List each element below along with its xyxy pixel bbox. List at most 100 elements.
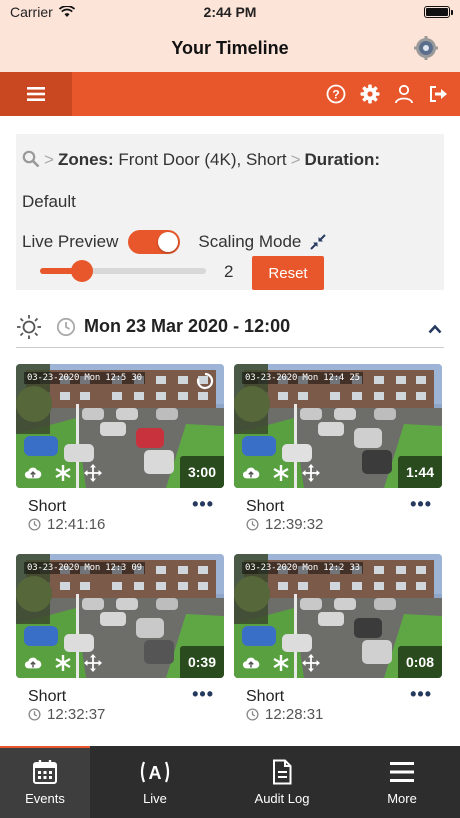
chevron-right-icon: > (290, 150, 301, 169)
status-bar: Carrier 2:44 PM (0, 0, 460, 24)
event-duration: 1:44 (397, 456, 442, 488)
zones-value: Front Door (4K), Short (118, 150, 287, 169)
slider-thumb[interactable] (70, 260, 93, 282)
help-icon: ? (326, 84, 346, 104)
calendar-icon (33, 759, 57, 784)
timeline-date[interactable]: Mon 23 Mar 2020 - 12:00 (84, 316, 290, 337)
video-timestamp: 03-23-2020 Mon 12:5 30 (24, 372, 145, 384)
preview-row: Live Preview Scaling Mode (22, 230, 327, 254)
settings-button[interactable] (360, 84, 380, 104)
tab-events[interactable]: Events (0, 746, 90, 818)
wifi-icon (58, 6, 75, 17)
scale-slider[interactable] (40, 260, 206, 282)
thumbnail-actions (242, 464, 320, 482)
event-time: 12:41:16 (28, 516, 105, 533)
tab-more[interactable]: More (344, 746, 460, 818)
event-card[interactable]: 03-23-2020 Mon 12:4 25 1:44 Short ••• 12… (234, 364, 442, 542)
asterisk-icon[interactable] (272, 654, 290, 672)
clock-icon (28, 518, 41, 531)
event-card[interactable]: 03-23-2020 Mon 12:5 30 3:00 Short ••• 12… (16, 364, 224, 542)
more-options-icon[interactable]: ••• (192, 495, 214, 513)
move-arrows-icon[interactable] (84, 654, 102, 672)
carrier-label: Carrier (10, 4, 53, 20)
more-options-icon[interactable]: ••• (410, 495, 432, 513)
broadcast-icon: A (140, 761, 170, 783)
video-timestamp: 03-23-2020 Mon 12:2 33 (242, 562, 363, 574)
cloud-upload-icon[interactable] (24, 464, 42, 482)
chevron-up-icon[interactable] (428, 324, 442, 334)
asterisk-icon[interactable] (272, 464, 290, 482)
clock-icon (56, 317, 76, 336)
move-arrows-icon[interactable] (84, 464, 102, 482)
live-preview-toggle[interactable] (128, 230, 181, 254)
carrier: Carrier (10, 4, 75, 20)
hamburger-icon (27, 87, 45, 101)
scale-value: 2 (224, 262, 234, 281)
title-bar: Your Timeline (0, 24, 460, 72)
search-icon (22, 150, 40, 168)
event-duration: 0:08 (397, 646, 442, 678)
help-button[interactable]: ? (326, 84, 346, 104)
user-icon (395, 84, 413, 104)
thumbnail-actions (24, 654, 102, 672)
more-options-icon[interactable]: ••• (192, 685, 214, 703)
move-arrows-icon[interactable] (302, 654, 320, 672)
move-arrows-icon[interactable] (302, 464, 320, 482)
event-label: Short (246, 688, 285, 705)
loading-spinner-icon (196, 372, 214, 390)
shrink-arrows-icon[interactable] (309, 233, 327, 251)
user-button[interactable] (394, 84, 414, 104)
event-time-text: 12:41:16 (47, 516, 106, 533)
gear-icon[interactable] (414, 36, 438, 60)
timeline-date-header: Mon 23 Mar 2020 - 12:00 (16, 306, 444, 348)
tab-audit-log[interactable]: Audit Log (220, 746, 344, 818)
chevron-right-icon: > (44, 150, 54, 169)
event-time: 12:32:37 (28, 706, 105, 723)
menu-button[interactable] (0, 72, 72, 116)
duration-label: Duration: (304, 150, 381, 169)
asterisk-icon[interactable] (54, 464, 72, 482)
reset-button[interactable]: Reset (252, 256, 324, 290)
tab-label: More (387, 790, 417, 806)
sun-icon[interactable] (16, 314, 42, 340)
live-preview-label: Live Preview (22, 232, 119, 251)
filter-panel: > Zones: Front Door (4K), Short > Duration:… (16, 134, 444, 290)
event-time: 12:28:31 (246, 706, 323, 723)
event-card[interactable]: 03-23-2020 Mon 12:2 33 0:08 Short ••• 12… (234, 554, 442, 732)
tab-bar: Events A Live Audit Log More (0, 746, 460, 818)
cloud-upload-icon[interactable] (242, 464, 260, 482)
event-label: Short (28, 498, 67, 515)
thumbnail-actions (242, 654, 320, 672)
logout-button[interactable] (428, 84, 448, 104)
event-duration: 0:39 (179, 646, 224, 678)
event-time: 12:39:32 (246, 516, 323, 533)
event-thumbnail[interactable]: 03-23-2020 Mon 12:4 25 1:44 (234, 364, 442, 488)
menu-icon (390, 761, 414, 782)
tab-live[interactable]: A Live (90, 746, 220, 818)
clock-icon (28, 708, 41, 721)
event-thumbnail[interactable]: 03-23-2020 Mon 12:2 33 0:08 (234, 554, 442, 678)
video-timestamp: 03-23-2020 Mon 12:3 09 (24, 562, 145, 574)
clock-icon (246, 708, 259, 721)
toggle-knob (158, 232, 179, 252)
event-label: Short (28, 688, 67, 705)
event-thumbnail[interactable]: 03-23-2020 Mon 12:3 09 0:39 (16, 554, 224, 678)
asterisk-icon[interactable] (54, 654, 72, 672)
tab-label: Events (25, 790, 65, 806)
svg-text:?: ? (332, 88, 339, 102)
event-time-text: 12:32:37 (47, 706, 106, 723)
event-time-text: 12:39:32 (265, 516, 324, 533)
event-label: Short (246, 498, 285, 515)
tab-label: Audit Log (254, 790, 310, 806)
event-time-text: 12:28:31 (265, 706, 324, 723)
logout-icon (430, 86, 447, 102)
cloud-upload-icon[interactable] (242, 654, 260, 672)
scaling-mode-label: Scaling Mode (198, 232, 302, 251)
event-thumbnail[interactable]: 03-23-2020 Mon 12:5 30 3:00 (16, 364, 224, 488)
cloud-upload-icon[interactable] (24, 654, 42, 672)
more-options-icon[interactable]: ••• (410, 685, 432, 703)
event-duration: 3:00 (179, 456, 224, 488)
filter-breadcrumb[interactable]: > Zones: Front Door (4K), Short > Duration: (22, 148, 438, 172)
event-card[interactable]: 03-23-2020 Mon 12:3 09 0:39 Short ••• 12… (16, 554, 224, 732)
clock-icon (246, 518, 259, 531)
